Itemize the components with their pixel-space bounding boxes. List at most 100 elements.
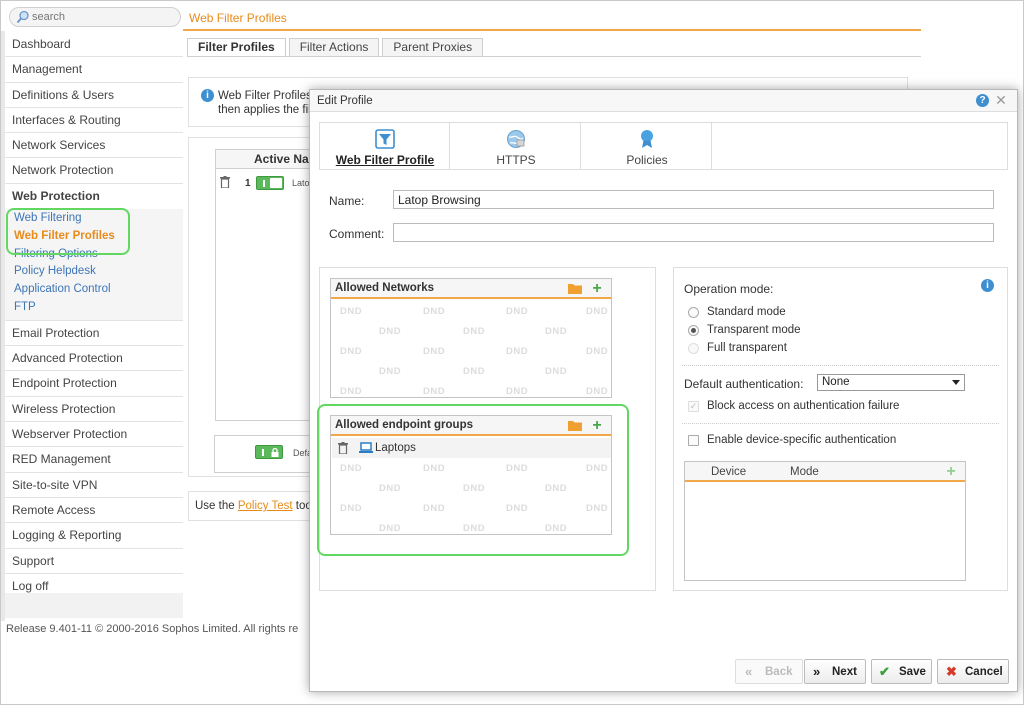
sidebar-item-interfaces-routing[interactable]: Interfaces & Routing [5, 108, 183, 134]
sidebar-item-network-services[interactable]: Network Services [5, 133, 183, 159]
default-auth-select[interactable]: None [817, 374, 965, 391]
dialog-tabs: Web Filter Profile HTTPS Policies [319, 122, 1008, 170]
sidebar-item-email-protection[interactable]: Email Protection [5, 321, 183, 347]
submenu-application-control[interactable]: Application Control [5, 281, 183, 299]
device-table: Device Mode + [684, 461, 966, 581]
toggle-on-mark [262, 449, 264, 456]
check-icon: ✔ [879, 664, 890, 679]
sidebar-item-webserver-protection[interactable]: Webserver Protection [5, 422, 183, 448]
sidebar-item-definitions-users[interactable]: Definitions & Users [5, 83, 183, 108]
profiles-list-header: Active Na [216, 150, 314, 169]
tab-parent-proxies[interactable]: Parent Proxies [382, 38, 484, 57]
sidebar-item-site-to-site-vpn[interactable]: Site-to-site VPN [5, 473, 183, 498]
dnd-watermark: DND [545, 366, 568, 377]
submenu-ftp[interactable]: FTP [5, 299, 183, 317]
dnd-watermark: DND [340, 386, 363, 397]
device-auth-checkbox[interactable] [688, 435, 699, 446]
dnd-watermark: DND [463, 366, 486, 377]
tab-filter-profiles[interactable]: Filter Profiles [187, 38, 286, 57]
tab-web-filter-profile[interactable]: Web Filter Profile [320, 123, 450, 169]
radio-full-transparent[interactable] [688, 343, 699, 354]
search-input[interactable] [32, 10, 172, 24]
help-icon[interactable]: ? [976, 94, 989, 107]
dnd-watermark: DND [463, 326, 486, 337]
sidebar-item-web-protection[interactable]: Web Protection [5, 184, 183, 209]
tab-filter-actions[interactable]: Filter Actions [288, 38, 380, 57]
search-box[interactable] [9, 7, 181, 27]
header-divider [183, 29, 921, 31]
dialog-title: Edit Profile [317, 95, 373, 107]
trash-icon[interactable] [220, 176, 230, 188]
active-toggle[interactable] [256, 176, 284, 190]
tab-https[interactable]: HTTPS [451, 123, 581, 169]
divider [682, 365, 999, 366]
sidebar-item-dashboard[interactable]: Dashboard [5, 32, 183, 58]
dnd-watermark: DND [506, 306, 529, 317]
folder-icon[interactable] [568, 283, 582, 294]
mode-column-header[interactable]: Mode [790, 466, 819, 478]
submenu-policy-helpdesk[interactable]: Policy Helpdesk [5, 263, 183, 281]
sidebar-item-red-management[interactable]: RED Management [5, 447, 183, 473]
add-device-icon[interactable]: + [944, 464, 958, 480]
sidebar-item-management[interactable]: Management [5, 57, 183, 83]
operation-mode-label: Operation mode: [684, 282, 774, 296]
dnd-watermark: DND [379, 366, 402, 377]
default-locked-toggle [255, 445, 283, 459]
lock-icon [271, 448, 279, 457]
cancel-button[interactable]: ✖ Cancel [937, 659, 1009, 684]
dnd-watermark: DND [506, 386, 529, 397]
tab-policies[interactable]: Policies [582, 123, 712, 169]
sidebar-item-advanced-protection[interactable]: Advanced Protection [5, 346, 183, 372]
name-input[interactable] [393, 190, 994, 209]
sidebar-item-wireless-protection[interactable]: Wireless Protection [5, 397, 183, 423]
globe-lock-icon [507, 130, 525, 148]
allowed-networks-title: Allowed Networks [335, 282, 435, 294]
highlight-web-filter-profiles [6, 208, 130, 255]
device-column-header[interactable]: Device [711, 466, 746, 478]
chevron-down-icon [952, 380, 960, 385]
breadcrumb: Web Filter Profiles [189, 11, 287, 25]
search-icon [16, 10, 29, 24]
dnd-watermark: DND [586, 386, 609, 397]
full-transparent-label: Full transparent [707, 342, 787, 354]
row-position: 1 [245, 178, 251, 189]
ribbon-icon [641, 130, 653, 148]
info-icon[interactable]: i [981, 279, 994, 292]
policy-test-link[interactable]: Policy Test [238, 500, 293, 512]
dnd-watermark: DND [586, 346, 609, 357]
dnd-watermark: DND [423, 346, 446, 357]
back-button[interactable]: « Back [735, 659, 803, 684]
save-button[interactable]: ✔ Save [871, 659, 932, 684]
sidebar-item-network-protection[interactable]: Network Protection [5, 158, 183, 184]
radio-standard-mode[interactable] [688, 307, 699, 318]
back-arrow-icon: « [745, 664, 753, 679]
info-icon: i [201, 89, 214, 102]
release-info: Release 9.401-11 © 2000-2016 Sophos Limi… [6, 623, 299, 635]
block-access-checkbox[interactable]: ✓ [688, 401, 699, 412]
device-table-header: Device Mode + [685, 462, 965, 482]
sidebar-item-endpoint-protection[interactable]: Endpoint Protection [5, 371, 183, 397]
dnd-watermark: DND [586, 306, 609, 317]
comment-input[interactable] [393, 223, 994, 242]
comment-label: Comment: [329, 227, 385, 241]
sidebar-item-remote-access[interactable]: Remote Access [5, 498, 183, 524]
sidebar-item-support[interactable]: Support [5, 549, 183, 574]
allowed-networks-box[interactable]: Allowed Networks + DND DND DND DND DND DND DND… [330, 278, 612, 398]
tabs-divider [187, 56, 921, 57]
dnd-watermark: DND [506, 346, 529, 357]
sidebar-footer-space [5, 593, 183, 618]
add-network-icon[interactable]: + [590, 281, 604, 297]
cancel-x-icon: ✖ [946, 664, 957, 679]
profile-fields: Name: Comment: [319, 179, 1008, 242]
filter-icon [375, 129, 395, 149]
standard-mode-label: Standard mode [707, 306, 786, 318]
name-label: Name: [329, 194, 365, 208]
divider [682, 423, 999, 424]
close-icon[interactable]: ✕ [994, 92, 1008, 108]
sidebar-item-logging-reporting[interactable]: Logging & Reporting [5, 523, 183, 549]
next-button[interactable]: » Next [804, 659, 866, 684]
radio-transparent-mode[interactable] [688, 325, 699, 336]
toggle-knob [270, 178, 282, 188]
dnd-watermark: DND [379, 326, 402, 337]
highlight-allowed-endpoint-groups [317, 404, 629, 556]
